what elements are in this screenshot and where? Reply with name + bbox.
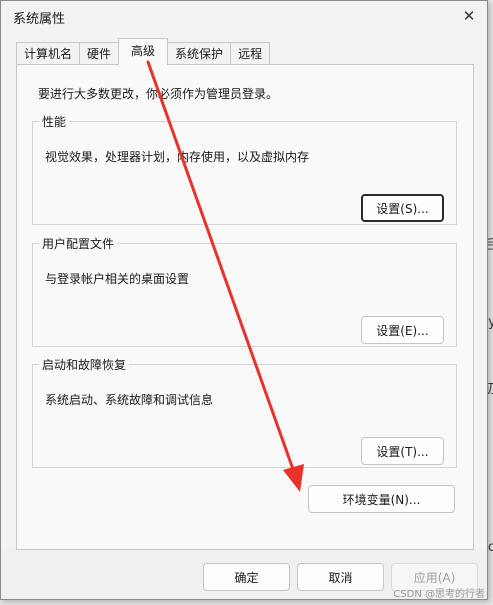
user-profiles-settings-button[interactable]: 设置(E)... xyxy=(361,316,444,344)
close-icon: ✕ xyxy=(462,7,476,25)
user-profiles-group: 用户配置文件 与登录帐户相关的桌面设置 设置(E)... xyxy=(32,235,457,347)
tab-remote[interactable]: 远程 xyxy=(230,42,271,65)
background-fragment: y xyxy=(488,315,493,330)
title-bar[interactable]: 系统属性 ✕ xyxy=(1,1,487,31)
cancel-button[interactable]: 取消 xyxy=(297,563,384,591)
system-properties-dialog: 系统属性 ✕ 计算机名 硬件 高级 系统保护 远程 要进行大多数更改，你必须作为… xyxy=(0,0,488,600)
environment-variables-button[interactable]: 环境变量(N)... xyxy=(308,485,455,513)
watermark: CSDN @思考的行者 xyxy=(393,589,485,600)
admin-note: 要进行大多数更改，你必须作为管理员登录。 xyxy=(38,87,279,101)
tab-system-protection[interactable]: 系统保护 xyxy=(167,42,232,65)
tab-advanced[interactable]: 高级 xyxy=(118,38,169,65)
user-profiles-description: 与登录帐户相关的桌面设置 xyxy=(45,272,190,286)
startup-recovery-description: 系统启动、系统故障和调试信息 xyxy=(45,393,214,407)
startup-recovery-settings-button[interactable]: 设置(T)... xyxy=(361,437,444,465)
tab-computer-name[interactable]: 计算机名 xyxy=(16,42,81,65)
advanced-tab-panel: 要进行大多数更改，你必须作为管理员登录。 性能 视觉效果，处理器计划，内存使用，… xyxy=(16,64,474,550)
performance-description: 视觉效果，处理器计划，内存使用，以及虚拟内存 xyxy=(45,150,310,164)
background-fragment: c xyxy=(487,540,493,555)
tab-strip: 计算机名 硬件 高级 系统保护 远程 xyxy=(16,38,271,65)
window-title: 系统属性 xyxy=(13,12,66,27)
ok-button[interactable]: 确定 xyxy=(203,563,290,591)
user-profiles-legend: 用户配置文件 xyxy=(42,237,115,251)
performance-settings-button[interactable]: 设置(S)... xyxy=(361,194,444,222)
performance-legend: 性能 xyxy=(42,115,67,129)
tab-hardware[interactable]: 硬件 xyxy=(79,42,120,65)
performance-group: 性能 视觉效果，处理器计划，内存使用，以及虚拟内存 设置(S)... xyxy=(32,113,457,225)
startup-recovery-group: 启动和故障恢复 系统启动、系统故障和调试信息 设置(T)... xyxy=(32,356,457,468)
close-button[interactable]: ✕ xyxy=(457,5,481,27)
startup-recovery-legend: 启动和故障恢复 xyxy=(42,358,127,372)
